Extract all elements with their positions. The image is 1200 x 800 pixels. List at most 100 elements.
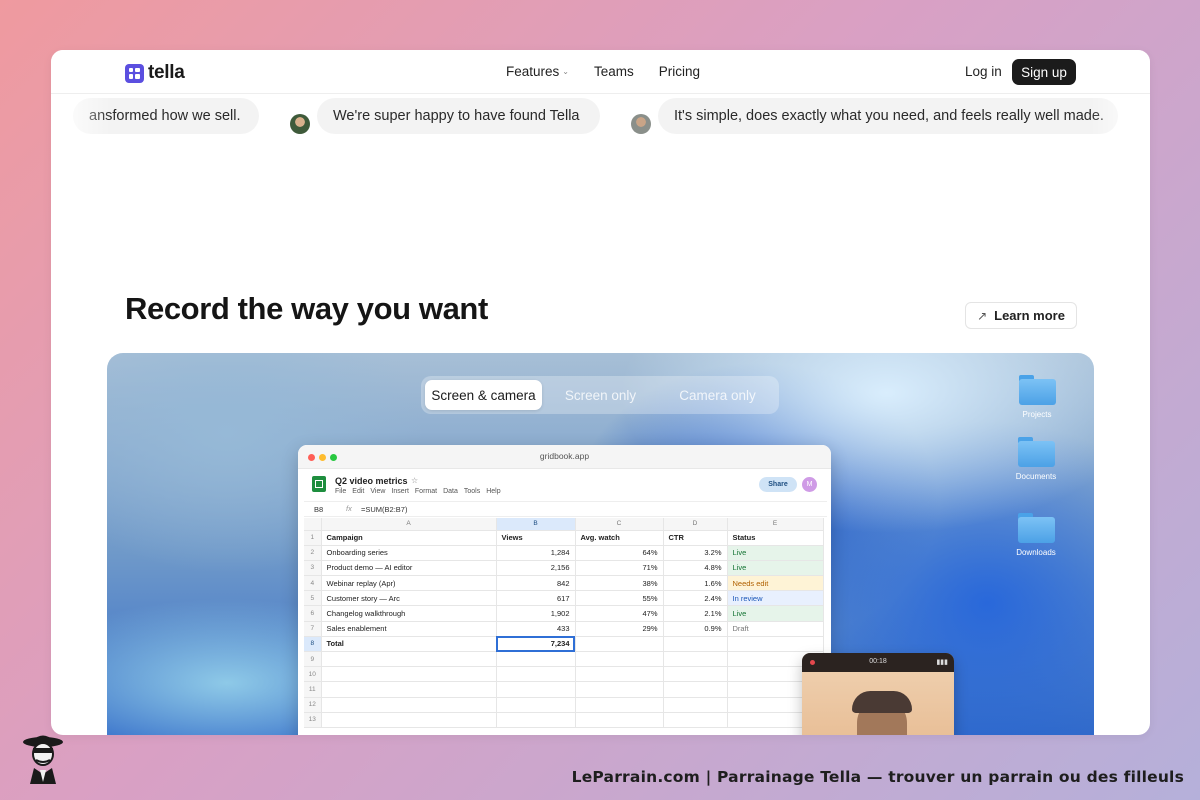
user-avatar[interactable]: M <box>802 477 817 492</box>
table-cell[interactable] <box>575 712 664 728</box>
table-cell[interactable] <box>663 712 728 728</box>
logo[interactable]: tella <box>125 62 185 84</box>
table-cell[interactable] <box>663 681 728 698</box>
table-cell[interactable]: Product demo — AI editor <box>321 560 497 577</box>
nav-pricing[interactable]: Pricing <box>659 64 700 79</box>
status-cell[interactable]: In review <box>727 590 824 607</box>
table-cell[interactable]: 2.4% <box>663 590 728 607</box>
column-header[interactable]: E <box>727 518 824 531</box>
table-cell[interactable]: 842 <box>496 575 576 592</box>
row-number[interactable]: 1 <box>304 530 322 546</box>
table-cell[interactable]: 71% <box>575 560 664 577</box>
row-number[interactable]: 6 <box>304 605 322 622</box>
table-cell[interactable]: Webinar replay (Apr) <box>321 575 497 592</box>
desktop-folder-downloads[interactable]: Downloads <box>1006 513 1066 557</box>
sheet-title[interactable]: Q2 video metrics <box>335 476 408 486</box>
table-cell[interactable] <box>496 666 576 683</box>
status-cell[interactable]: Live <box>727 560 824 577</box>
table-cell[interactable]: 1,902 <box>496 605 576 622</box>
table-cell[interactable] <box>575 697 664 713</box>
menu-edit[interactable]: Edit <box>352 488 364 495</box>
row-number[interactable]: 7 <box>304 621 322 637</box>
table-cell[interactable] <box>496 681 576 698</box>
status-cell[interactable]: Needs edit <box>727 575 824 592</box>
table-cell[interactable] <box>321 697 497 713</box>
row-number[interactable]: 10 <box>304 666 322 683</box>
column-header[interactable]: D <box>663 518 728 531</box>
table-cell[interactable] <box>663 636 728 653</box>
header-cell[interactable]: CTR <box>663 530 728 546</box>
table-cell[interactable] <box>727 636 824 653</box>
table-cell[interactable]: 617 <box>496 590 576 607</box>
header-cell[interactable]: Campaign <box>321 530 497 546</box>
table-cell[interactable] <box>321 666 497 683</box>
corner-cell[interactable] <box>304 518 322 531</box>
table-cell[interactable] <box>663 697 728 713</box>
table-cell[interactable]: 29% <box>575 621 664 637</box>
login-link[interactable]: Log in <box>965 64 1002 79</box>
desktop-folder-documents[interactable]: Documents <box>1006 437 1066 481</box>
header-cell[interactable]: Avg. watch <box>575 530 664 546</box>
row-number[interactable]: 5 <box>304 590 322 607</box>
table-cell[interactable]: Changelog walkthrough <box>321 605 497 622</box>
learn-more-button[interactable]: ↗ Learn more <box>965 302 1077 329</box>
camera-bubble[interactable]: 00:18 ▮▮▮ <box>802 653 954 735</box>
header-cell[interactable]: Views <box>496 530 576 546</box>
header-cell[interactable]: Status <box>727 530 824 546</box>
table-cell[interactable] <box>575 636 664 653</box>
mode-screen-only[interactable]: Screen only <box>542 380 659 410</box>
table-cell[interactable]: Total <box>321 636 497 653</box>
table-cell[interactable]: 2.1% <box>663 605 728 622</box>
table-cell[interactable] <box>575 651 664 668</box>
table-cell[interactable]: 38% <box>575 575 664 592</box>
signup-button[interactable]: Sign up <box>1012 59 1076 85</box>
table-cell[interactable] <box>321 681 497 698</box>
row-number[interactable]: 12 <box>304 697 322 713</box>
row-number[interactable]: 2 <box>304 545 322 561</box>
menu-file[interactable]: File <box>335 488 346 495</box>
table-cell[interactable] <box>663 651 728 668</box>
row-number[interactable]: 9 <box>304 651 322 668</box>
share-button[interactable]: Share <box>759 477 797 492</box>
table-cell[interactable] <box>575 666 664 683</box>
table-cell[interactable] <box>321 651 497 668</box>
status-cell[interactable]: Draft <box>727 621 824 637</box>
desktop-folder-projects[interactable]: Projects <box>1007 375 1067 419</box>
menu-data[interactable]: Data <box>443 488 458 495</box>
table-cell[interactable]: 1,284 <box>496 545 576 561</box>
row-number[interactable]: 11 <box>304 681 322 698</box>
table-cell[interactable] <box>663 666 728 683</box>
cell-reference[interactable]: B8 <box>314 505 334 514</box>
table-cell[interactable]: 433 <box>496 621 576 637</box>
table-cell[interactable] <box>321 712 497 728</box>
row-number[interactable]: 8 <box>304 636 322 653</box>
table-cell[interactable]: 4.8% <box>663 560 728 577</box>
menu-format[interactable]: Format <box>415 488 437 495</box>
column-header[interactable]: B <box>496 518 576 531</box>
menu-tools[interactable]: Tools <box>464 488 480 495</box>
table-cell[interactable] <box>496 697 576 713</box>
table-cell[interactable] <box>496 651 576 668</box>
table-cell[interactable]: 3.2% <box>663 545 728 561</box>
menu-view[interactable]: View <box>370 488 385 495</box>
nav-features[interactable]: Features ⌄ <box>506 64 569 79</box>
table-cell[interactable] <box>575 681 664 698</box>
table-cell[interactable]: Customer story — Arc <box>321 590 497 607</box>
mode-screen-camera[interactable]: Screen & camera <box>425 380 542 410</box>
row-number[interactable]: 3 <box>304 560 322 577</box>
column-header[interactable]: A <box>321 518 497 531</box>
mode-camera-only[interactable]: Camera only <box>659 380 776 410</box>
table-cell[interactable]: 55% <box>575 590 664 607</box>
table-cell[interactable]: 47% <box>575 605 664 622</box>
table-cell[interactable]: Sales enablement <box>321 621 497 637</box>
table-cell[interactable]: 2,156 <box>496 560 576 577</box>
status-cell[interactable]: Live <box>727 605 824 622</box>
menu-help[interactable]: Help <box>486 488 500 495</box>
row-number[interactable]: 13 <box>304 712 322 728</box>
table-cell[interactable]: 64% <box>575 545 664 561</box>
column-header[interactable]: C <box>575 518 664 531</box>
nav-teams[interactable]: Teams <box>594 64 634 79</box>
star-icon[interactable]: ☆ <box>411 476 418 485</box>
table-cell[interactable]: 1.6% <box>663 575 728 592</box>
menu-insert[interactable]: Insert <box>391 488 409 495</box>
